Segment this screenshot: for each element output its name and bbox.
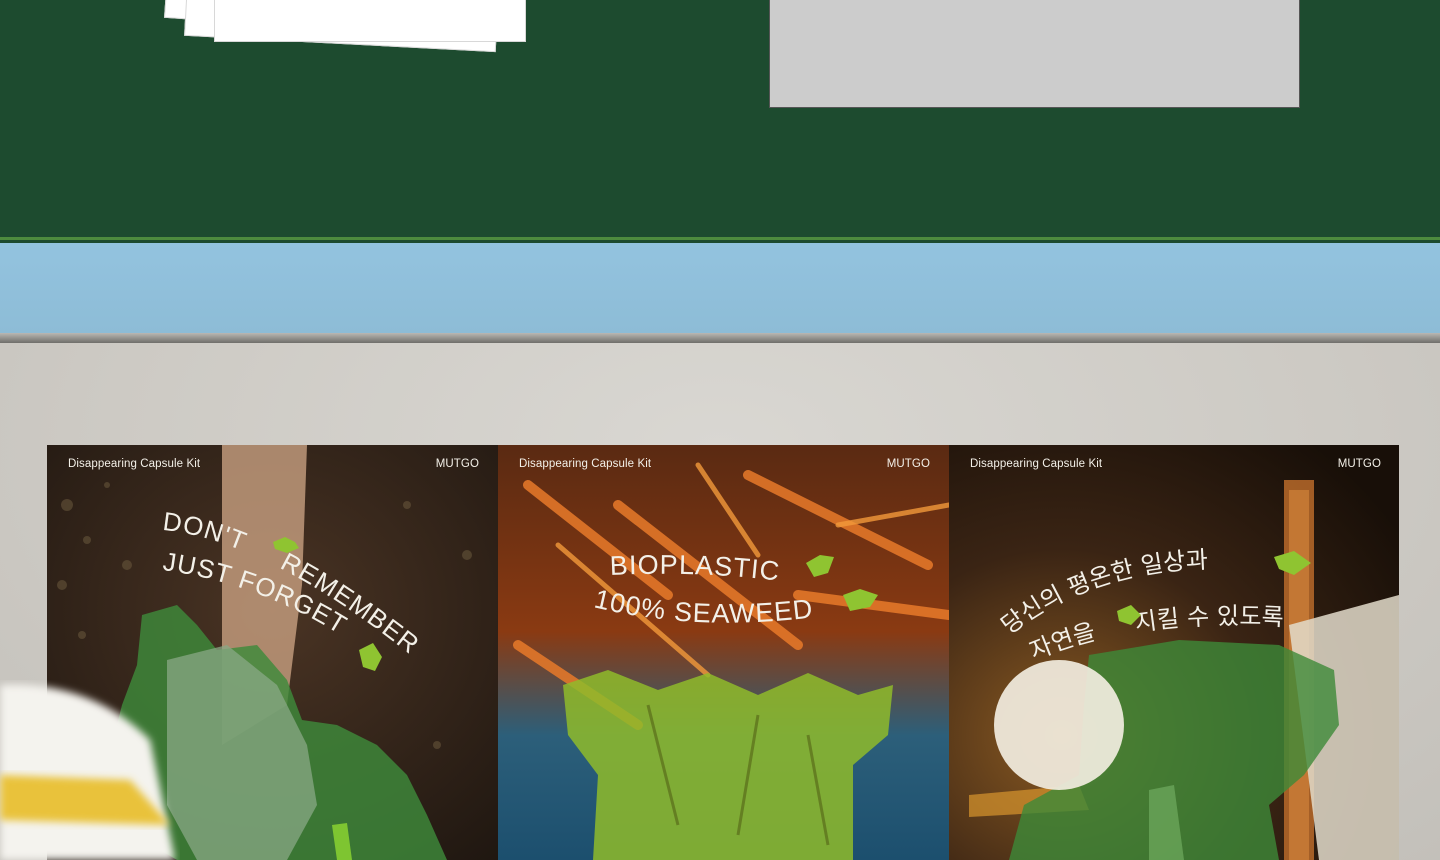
green-crown-shape [563,670,893,860]
poster-kit-label: Disappearing Capsule Kit [519,458,652,470]
band-edge [0,237,1440,240]
image-placeholder-panel [769,0,1300,108]
poster-artwork: 당신의 평온한 일상과 자연을 지킬 수 있도록 [949,445,1399,860]
poster-kit-label: Disappearing Capsule Kit [970,458,1103,470]
glowing-orb [994,660,1124,790]
poster-bioplastic: BIOPLASTIC 100% SEAWEED Disappearing Cap… [498,445,949,860]
poster-kit-label: Disappearing Capsule Kit [68,458,201,470]
paper-sheet [214,0,526,42]
sky [0,243,1440,335]
poster-brand-label: MUTGO [886,458,930,470]
poster-korean-daily: 당신의 평온한 일상과 자연을 지킬 수 있도록 Disappearing Cap… [949,445,1400,860]
top-green-backdrop [0,0,1440,240]
hard-hat-foreground [0,684,175,860]
wall-ledge [0,333,1440,343]
poster-brand-label: MUTGO [435,458,479,470]
poster-artwork: BIOPLASTIC 100% SEAWEED [498,445,949,860]
poster-brand-label: MUTGO [1337,458,1381,470]
